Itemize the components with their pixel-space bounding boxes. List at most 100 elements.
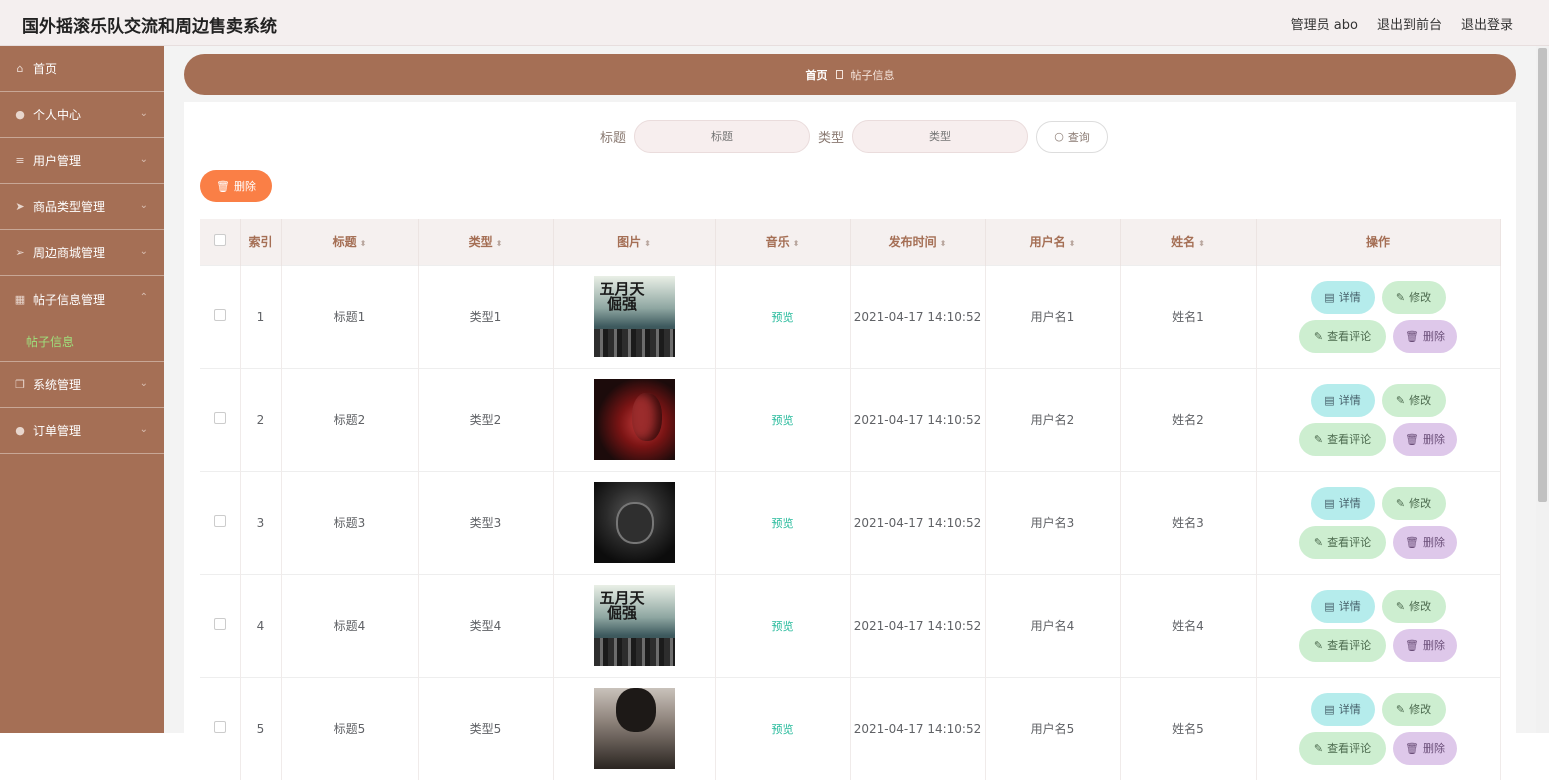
sidebar-item-personal-center[interactable]: ● 个人中心 ⌄ [0, 92, 164, 138]
edit-button[interactable]: ✎ 修改 [1381, 692, 1446, 726]
row-checkbox[interactable] [213, 309, 226, 321]
trash-icon: 🗑 [1405, 741, 1419, 755]
row-checkbox[interactable] [213, 618, 226, 630]
cell-index: 1 [240, 264, 282, 368]
row-checkbox[interactable] [213, 412, 226, 424]
doc-icon: ▤ [1324, 290, 1335, 304]
column-header[interactable]: 音乐 ⬍ [715, 219, 851, 265]
delete-button[interactable]: 🗑 删除 [1393, 628, 1457, 662]
sort-icon[interactable]: ⬍ [644, 239, 651, 248]
sidebar-item-user-management[interactable]: ≡ 用户管理 ⌄ [0, 138, 164, 184]
chevron-down-icon: ⌄ [139, 424, 148, 435]
music-preview-link[interactable]: 预览 [772, 723, 794, 736]
select-all-checkbox[interactable] [213, 234, 226, 247]
music-preview-link[interactable]: 预览 [772, 311, 794, 324]
sort-icon[interactable]: ⬍ [360, 239, 367, 248]
detail-button[interactable]: ▤ 详情 [1310, 280, 1375, 314]
edit-button[interactable]: ✎ 修改 [1381, 589, 1446, 623]
delete-button[interactable]: 🗑 删除 [1393, 422, 1457, 456]
trash-icon: 🗑 [1405, 329, 1419, 343]
edit-button[interactable]: ✎ 修改 [1381, 280, 1446, 314]
view-comments-button[interactable]: ✎ 查看评论 [1299, 319, 1386, 353]
edit-button[interactable]: ✎ 修改 [1381, 486, 1446, 520]
sort-icon[interactable]: ⬍ [940, 239, 947, 248]
cell-index: 3 [240, 470, 282, 574]
copy-icon: ❐ [15, 378, 25, 391]
view-comments-button[interactable]: ✎ 查看评论 [1299, 525, 1386, 559]
top-links: 管理员 abo 退出到前台 退出登录 [1291, 14, 1513, 33]
detail-button[interactable]: ▤ 详情 [1310, 589, 1375, 623]
vertical-scrollbar[interactable] [1536, 46, 1549, 733]
chevron-down-icon: ⌄ [139, 154, 148, 165]
row-checkbox[interactable] [213, 515, 226, 527]
sidebar-item-home[interactable]: ⌂ 首页 [0, 46, 164, 92]
sidebar-item-label: 周边商城管理 [33, 246, 106, 260]
title-search-input[interactable] [634, 120, 810, 153]
cell-title: 标题5 [281, 676, 419, 780]
music-preview-link[interactable]: 预览 [772, 620, 794, 633]
column-header[interactable]: 类型 ⬍ [418, 219, 554, 265]
pencil-icon: ✎ [1313, 432, 1324, 446]
chevron-down-icon: ⌄ [139, 246, 148, 257]
cover-image [593, 688, 675, 770]
cell-type: 类型2 [418, 367, 554, 471]
detail-button[interactable]: ▤ 详情 [1310, 692, 1375, 726]
cell-title: 标题3 [281, 470, 419, 574]
detail-button[interactable]: ▤ 详情 [1310, 486, 1375, 520]
sort-icon[interactable]: ⬍ [1069, 239, 1076, 248]
column-header[interactable]: 图片 ⬍ [553, 219, 716, 265]
title-search-label: 标题 [599, 131, 626, 146]
sidebar-item-orders[interactable]: ● 订单管理 ⌄ [0, 408, 164, 454]
chevron-down-icon: ⌄ [139, 108, 148, 119]
query-button[interactable]: ○ 查询 [1036, 120, 1109, 153]
column-header[interactable]: 姓名 ⬍ [1120, 219, 1257, 265]
sidebar-item-product-type[interactable]: ➤ 商品类型管理 ⌄ [0, 184, 164, 230]
cell-time: 2021-04-17 14:10:52 [850, 573, 986, 677]
scrollbar-thumb[interactable] [1538, 48, 1547, 502]
cover-image [593, 379, 675, 460]
view-comments-button[interactable]: ✎ 查看评论 [1299, 628, 1386, 662]
column-header: 操作 [1256, 219, 1501, 265]
cell-username: 用户名4 [985, 573, 1121, 677]
sort-icon[interactable]: ⬍ [1198, 239, 1205, 248]
delete-button[interactable]: 🗑 删除 [1393, 731, 1457, 765]
delete-button[interactable]: 🗑 删除 [1393, 319, 1457, 353]
query-button-label: 查询 [1067, 130, 1090, 144]
view-comments-button[interactable]: ✎ 查看评论 [1299, 731, 1386, 765]
batch-delete-button[interactable]: 🗑 删除 [200, 170, 272, 202]
breadcrumb-home[interactable]: 首页 [806, 67, 828, 83]
row-actions: ▤ 详情 ✎ 修改 ✎ 查看评论 🗑 删除 [1257, 692, 1500, 765]
sort-icon[interactable]: ⬍ [793, 239, 800, 248]
column-header[interactable]: 标题 ⬍ [281, 219, 419, 265]
music-preview-link[interactable]: 预览 [772, 517, 794, 530]
breadcrumb-separator-icon [835, 70, 843, 79]
column-header[interactable]: 用户名 ⬍ [985, 219, 1121, 265]
to-front-link[interactable]: 退出到前台 [1377, 14, 1442, 33]
cell-index: 4 [240, 573, 282, 677]
type-search-input[interactable] [852, 120, 1029, 153]
home-icon: ⌂ [16, 62, 24, 75]
cell-time: 2021-04-17 14:10:52 [850, 470, 986, 574]
cell-name: 姓名4 [1120, 573, 1257, 677]
sidebar-subitem-posts[interactable]: 帖子信息 [0, 322, 164, 362]
row-checkbox[interactable] [213, 721, 226, 734]
column-header[interactable]: 发布时间 ⬍ [850, 219, 986, 265]
delete-button[interactable]: 🗑 删除 [1393, 525, 1457, 559]
view-comments-button[interactable]: ✎ 查看评论 [1299, 422, 1386, 456]
sidebar-item-post-management[interactable]: ▦ 帖子信息管理 ⌃ [0, 276, 164, 322]
sidebar-item-system[interactable]: ❐ 系统管理 ⌄ [0, 362, 164, 408]
logout-link[interactable]: 退出登录 [1461, 14, 1513, 33]
pencil-icon: ✎ [1313, 535, 1324, 549]
type-search-label: 类型 [818, 131, 845, 146]
batch-delete-label: 删除 [233, 180, 256, 193]
music-preview-link[interactable]: 预览 [772, 414, 794, 427]
table-row: 2 标题2 类型2 预览 2021-04-17 14:10:52 用户名2 姓名… [200, 367, 1501, 471]
sidebar-item-label: 首页 [33, 62, 58, 76]
sidebar-item-label: 用户管理 [33, 154, 82, 168]
cover-image: 五月天 倔强 [593, 276, 675, 357]
sort-icon[interactable]: ⬍ [496, 239, 503, 248]
detail-button[interactable]: ▤ 详情 [1310, 383, 1375, 417]
sidebar-item-mall[interactable]: ➢ 周边商城管理 ⌄ [0, 230, 164, 276]
edit-button[interactable]: ✎ 修改 [1381, 383, 1446, 417]
cell-username: 用户名3 [985, 470, 1121, 574]
